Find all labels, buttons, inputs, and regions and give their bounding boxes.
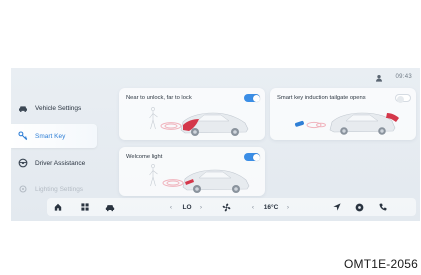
sidebar-item-label: Driver Assistance	[35, 159, 86, 167]
sidebar-item-driver-assistance[interactable]: Driver Assistance	[11, 151, 97, 175]
card-title: Welcome light	[126, 154, 163, 160]
bottom-dock: ‹ LO › ‹ 16°C ›	[47, 198, 416, 216]
car-illustration	[149, 164, 250, 193]
status-bar: 09:43	[11, 68, 420, 88]
vehicle-button[interactable]	[104, 202, 116, 212]
navigation-button[interactable]	[332, 202, 342, 212]
apps-icon	[81, 203, 89, 211]
near-to-unlock-toggle[interactable]	[244, 94, 260, 102]
card-near-to-unlock: Near to unlock, far to lock	[119, 88, 265, 140]
fan-decrease-button[interactable]: ‹	[167, 202, 175, 212]
car-icon	[19, 106, 27, 112]
fan-icon	[222, 203, 230, 211]
key-icon	[18, 131, 28, 141]
light-icon	[19, 185, 27, 193]
home-button[interactable]	[53, 202, 63, 212]
card-tailgate-opens: Smart key induction tailgate opens	[270, 88, 416, 140]
apps-button[interactable]	[80, 202, 90, 212]
infotainment-screen: 09:43 Vehicle Settings Smart Key Driver …	[11, 68, 420, 221]
media-icon	[355, 203, 363, 211]
figure-code: OMT1E-2056	[343, 257, 418, 271]
car-illustration	[294, 112, 399, 135]
sidebar-item-smart-key[interactable]: Smart Key	[11, 124, 97, 148]
phone-button[interactable]	[378, 202, 388, 212]
phone-icon	[379, 203, 387, 211]
car-illustration	[149, 107, 249, 136]
clock: 09:43	[395, 74, 412, 80]
tailgate-toggle[interactable]	[395, 94, 411, 103]
welcome-light-toggle[interactable]	[244, 153, 260, 161]
media-button[interactable]	[354, 202, 364, 212]
card-title: Near to unlock, far to lock	[126, 95, 192, 101]
card-welcome-light: Welcome light	[119, 147, 265, 196]
sidebar-item-label: Lighting Settings	[35, 185, 84, 193]
fan-level: LO	[182, 203, 192, 211]
home-icon	[54, 203, 62, 211]
sidebar-item-label: Vehicle Settings	[35, 104, 82, 112]
fan-button[interactable]	[220, 202, 232, 212]
temperature-decrease-button[interactable]: ‹	[249, 202, 257, 212]
sidebar-item-vehicle-settings[interactable]: Vehicle Settings	[11, 96, 97, 120]
steering-wheel-icon	[18, 158, 28, 168]
user-icon	[375, 74, 383, 82]
temperature-increase-button[interactable]: ›	[284, 202, 292, 212]
navigation-icon	[333, 203, 341, 211]
temperature-display: 16°C	[263, 203, 279, 211]
car-icon	[105, 204, 115, 211]
sidebar-item-label: Smart Key	[35, 132, 66, 140]
card-title: Smart key induction tailgate opens	[277, 95, 366, 101]
fan-increase-button[interactable]: ›	[197, 202, 205, 212]
